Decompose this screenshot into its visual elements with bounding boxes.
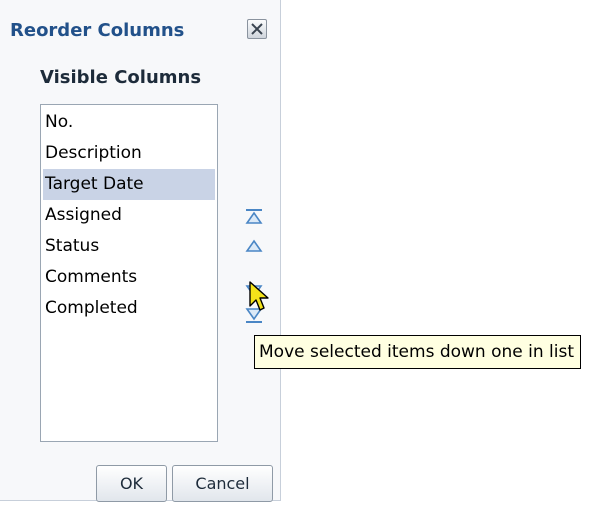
move-up-icon bbox=[245, 239, 263, 252]
visible-columns-label: Visible Columns bbox=[40, 67, 202, 88]
reorder-columns-dialog: Reorder Columns Visible Columns No. Desc… bbox=[0, 0, 281, 502]
list-item[interactable]: Comments bbox=[43, 262, 215, 293]
list-item[interactable]: Description bbox=[43, 138, 215, 169]
move-to-top-button[interactable] bbox=[243, 207, 265, 227]
list-item[interactable]: Assigned bbox=[43, 200, 215, 231]
list-item[interactable]: Status bbox=[43, 231, 215, 262]
tooltip: Move selected items down one in list bbox=[254, 335, 582, 369]
close-icon bbox=[251, 23, 263, 35]
close-button[interactable] bbox=[247, 19, 267, 39]
move-up-button[interactable] bbox=[243, 237, 265, 257]
mouse-pointer-icon bbox=[249, 281, 269, 311]
visible-columns-list[interactable]: No. Description Target Date Assigned Sta… bbox=[40, 104, 218, 442]
cancel-button[interactable]: Cancel bbox=[172, 465, 273, 502]
move-to-top-icon bbox=[245, 209, 263, 224]
list-item-selected[interactable]: Target Date bbox=[43, 169, 215, 200]
list-item[interactable]: No. bbox=[43, 107, 215, 138]
dialog-title: Reorder Columns bbox=[10, 20, 185, 41]
list-item[interactable]: Completed bbox=[43, 293, 215, 324]
ok-button[interactable]: OK bbox=[96, 465, 167, 502]
